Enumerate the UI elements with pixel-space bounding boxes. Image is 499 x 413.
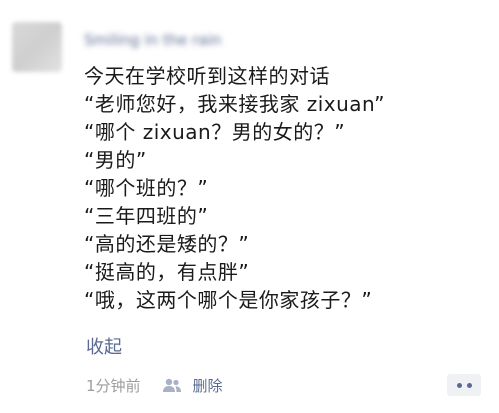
timestamp: 1分钟前 [86,376,141,395]
post-line: “三年四班的” [84,204,209,228]
post-line: “哦，这两个哪个是你家孩子？” [84,288,373,312]
post-line: “老师您好，我来接我家 zixuan” [84,92,385,116]
post-line: “哪个班的？” [84,176,209,200]
more-icon [456,382,462,388]
collapse-link[interactable]: 收起 [86,336,122,360]
post-footer: 1分钟前 删除 [86,374,223,396]
moments-post: Smiling in the rain 今天在学校听到这样的对话 “老师您好，我… [0,0,499,413]
post-line: 今天在学校听到这样的对话 [84,64,330,88]
more-button[interactable] [447,374,481,396]
avatar[interactable] [12,22,62,72]
people-icon [161,377,183,393]
username[interactable]: Smiling in the rain [84,32,274,48]
post-line: “高的还是矮的？” [84,232,250,256]
more-icon [466,382,472,388]
post-line: “哪个 zixuan？男的女的？” [84,120,346,144]
post-content: 今天在学校听到这样的对话 “老师您好，我来接我家 zixuan” “哪个 zix… [84,62,489,314]
post-line: “挺高的，有点胖” [84,260,250,284]
delete-link[interactable]: 删除 [193,375,223,396]
post-line: “男的” [84,148,147,172]
